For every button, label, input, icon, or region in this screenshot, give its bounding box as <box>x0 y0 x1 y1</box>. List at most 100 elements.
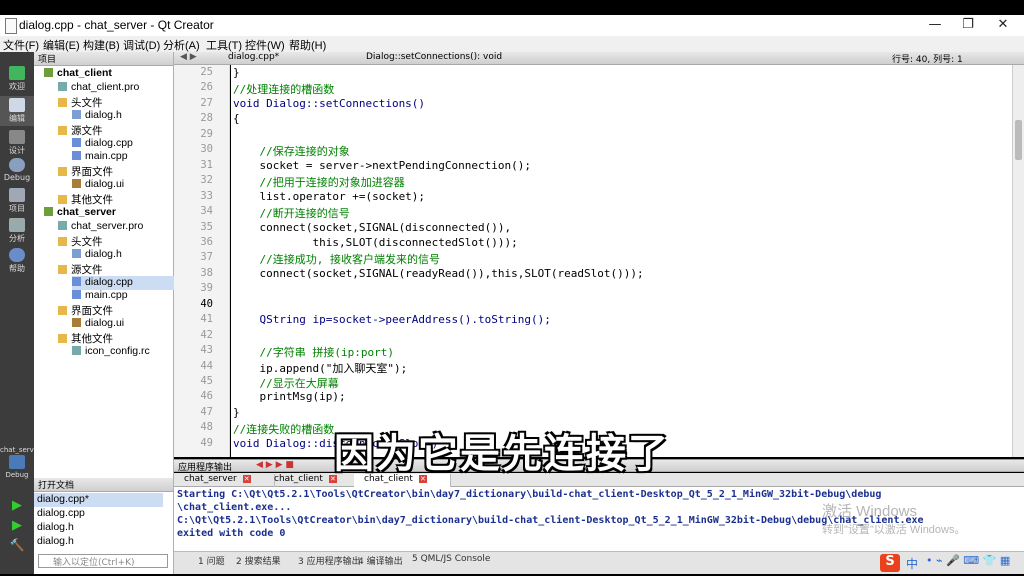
open-file-item[interactable]: dialog.h <box>34 521 163 535</box>
edit-icon <box>9 98 25 112</box>
code-line: } <box>233 66 240 79</box>
mode-help[interactable]: 帮助 <box>0 246 34 276</box>
output-tab[interactable]: chat_server ✕ <box>174 474 275 487</box>
ime-toolbar-icons[interactable]: • ⌁ 🎤 ⌨ 👕 ▦ <box>926 554 1010 567</box>
ime-mode[interactable]: 中 <box>906 555 918 572</box>
tab-search-results[interactable]: 2 搜索结果 <box>236 554 281 567</box>
tree-item-label: 源文件 <box>71 124 103 137</box>
tree-item-label: chat_server <box>57 206 116 218</box>
kit-selector[interactable]: chat_server Debug <box>0 446 41 482</box>
folder-icon <box>58 334 67 344</box>
tree-item[interactable]: chat_client <box>44 67 174 81</box>
minimize-button[interactable]: — <box>920 17 950 33</box>
menu-tools[interactable]: 工具(T) <box>206 37 242 53</box>
tree-item[interactable]: 界面文件 <box>58 164 174 178</box>
tree-item[interactable]: 界面文件 <box>58 303 174 317</box>
mode-debug[interactable]: Debug <box>0 156 34 186</box>
open-file-item[interactable]: dialog.h <box>34 535 163 549</box>
tree-item[interactable]: icon_config.rc <box>72 345 174 359</box>
debug-run-button[interactable]: ▶ <box>0 518 34 534</box>
close-button[interactable]: ✕ <box>988 17 1018 33</box>
tree-item[interactable]: main.cpp <box>72 289 174 303</box>
window-title: dialog.cpp - chat_server - Qt Creator <box>19 18 214 32</box>
tree-item[interactable]: 源文件 <box>58 123 174 137</box>
sidebar-header: 项目 <box>34 52 173 66</box>
tree-item[interactable]: dialog.h <box>72 109 174 123</box>
open-file-item[interactable]: dialog.cpp* <box>34 493 163 507</box>
line-number: 29 <box>200 127 213 140</box>
file-icon <box>72 179 81 189</box>
menu-edit[interactable]: 编辑(E) <box>43 37 80 53</box>
editor-toolbar: ◀ ▶ dialog.cpp* Dialog::setConnections()… <box>174 52 1024 65</box>
mode-analyze[interactable]: 分析 <box>0 216 34 246</box>
locator-input[interactable]: 输入以定位(Ctrl+K) <box>38 554 168 568</box>
code-line: } <box>233 405 240 419</box>
mode-design[interactable]: 设计 <box>0 128 34 158</box>
tree-item[interactable]: main.cpp <box>72 150 174 164</box>
tree-item-label: dialog.ui <box>85 317 125 330</box>
menu-widgets[interactable]: 控件(W) <box>245 37 285 53</box>
nav-arrows-icon[interactable]: ◀ ▶ <box>180 52 197 62</box>
file-icon <box>72 137 81 147</box>
status-bar: 输入以定位(Ctrl+K) 1 问题 2 搜索结果 3 应用程序输出 4 编译输… <box>38 551 1024 574</box>
tree-item[interactable]: chat_server <box>44 206 174 220</box>
title-bar: dialog.cpp - chat_server - Qt Creator — … <box>0 15 1024 36</box>
open-documents-header: 打开文档 <box>34 478 173 492</box>
editor-scrollbar[interactable] <box>1012 65 1024 457</box>
cursor-position: 行号: 40, 列号: 1 <box>892 55 963 65</box>
tree-item[interactable]: dialog.cpp <box>72 275 174 290</box>
line-number: 47 <box>200 405 213 418</box>
tree-item[interactable]: chat_server.pro <box>58 220 174 234</box>
line-number: 37 <box>200 251 213 264</box>
tree-item[interactable]: dialog.ui <box>72 317 174 331</box>
mode-projects[interactable]: 项目 <box>0 186 34 216</box>
menu-file[interactable]: 文件(F) <box>3 37 39 53</box>
tree-item[interactable]: chat_client.pro <box>58 81 174 95</box>
tab-qml-console[interactable]: 5 QML/JS Console <box>412 554 490 564</box>
menu-help[interactable]: 帮助(H) <box>289 37 326 53</box>
tree-item[interactable]: dialog.ui <box>72 178 174 192</box>
folder-icon <box>58 306 67 316</box>
file-tab[interactable]: dialog.cpp* <box>228 52 279 62</box>
tree-item[interactable]: 其他文件 <box>58 192 174 206</box>
windows-activation-watermark: 激活 Windows 转到"设置"以激活 Windows。 <box>822 503 966 536</box>
line-number: 31 <box>200 158 213 171</box>
monitor-icon <box>9 455 25 469</box>
tree-item[interactable]: dialog.cpp <box>72 137 174 151</box>
file-icon <box>58 81 67 91</box>
tab-app-output[interactable]: 3 应用程序输出 <box>298 554 361 567</box>
sogou-ime-icon[interactable]: S <box>880 554 900 572</box>
run-button[interactable]: ▶ <box>0 498 34 514</box>
tree-item[interactable]: 其他文件 <box>58 331 174 345</box>
folder-icon <box>58 97 67 107</box>
tab-issues[interactable]: 1 问题 <box>198 554 225 567</box>
tree-item-label: dialog.cpp <box>85 275 133 288</box>
close-tab-icon[interactable]: ✕ <box>242 475 251 483</box>
mode-edit[interactable]: 编辑 <box>0 96 34 126</box>
menu-build[interactable]: 构建(B) <box>83 37 120 53</box>
menu-analyze[interactable]: 分析(A) <box>163 37 200 53</box>
tree-item[interactable]: dialog.h <box>72 248 174 262</box>
line-number: 26 <box>200 81 213 94</box>
folder-icon <box>58 195 67 205</box>
open-file-item[interactable]: dialog.cpp <box>34 507 163 521</box>
line-number: 34 <box>200 205 213 218</box>
code-editor[interactable]: }//处理连接的槽函数 void Dialog::setConnections()… <box>231 65 1013 457</box>
tree-item[interactable]: 源文件 <box>58 262 174 276</box>
mode-welcome[interactable]: 欢迎 <box>0 64 34 94</box>
scrollbar-thumb[interactable] <box>1015 120 1022 160</box>
code-line: //字符串 拼接(ip:port) <box>233 346 394 360</box>
maximize-button[interactable]: ❐ <box>953 17 983 33</box>
line-number: 40 <box>200 297 213 310</box>
build-button[interactable]: 🔨 <box>0 538 34 554</box>
output-controls-icon[interactable]: ◀ ▶ ▶ ■ <box>256 460 294 470</box>
folder-icon <box>58 167 67 177</box>
line-number: 27 <box>200 96 213 109</box>
function-selector[interactable]: Dialog::setConnections(): void <box>366 52 502 62</box>
file-icon <box>72 248 81 258</box>
file-icon <box>72 109 81 119</box>
tree-item[interactable]: 头文件 <box>58 234 174 248</box>
tab-compile-output[interactable]: 4 编译输出 <box>358 554 403 567</box>
menu-debug[interactable]: 调试(D) <box>123 37 160 53</box>
tree-item[interactable]: 头文件 <box>58 95 174 109</box>
